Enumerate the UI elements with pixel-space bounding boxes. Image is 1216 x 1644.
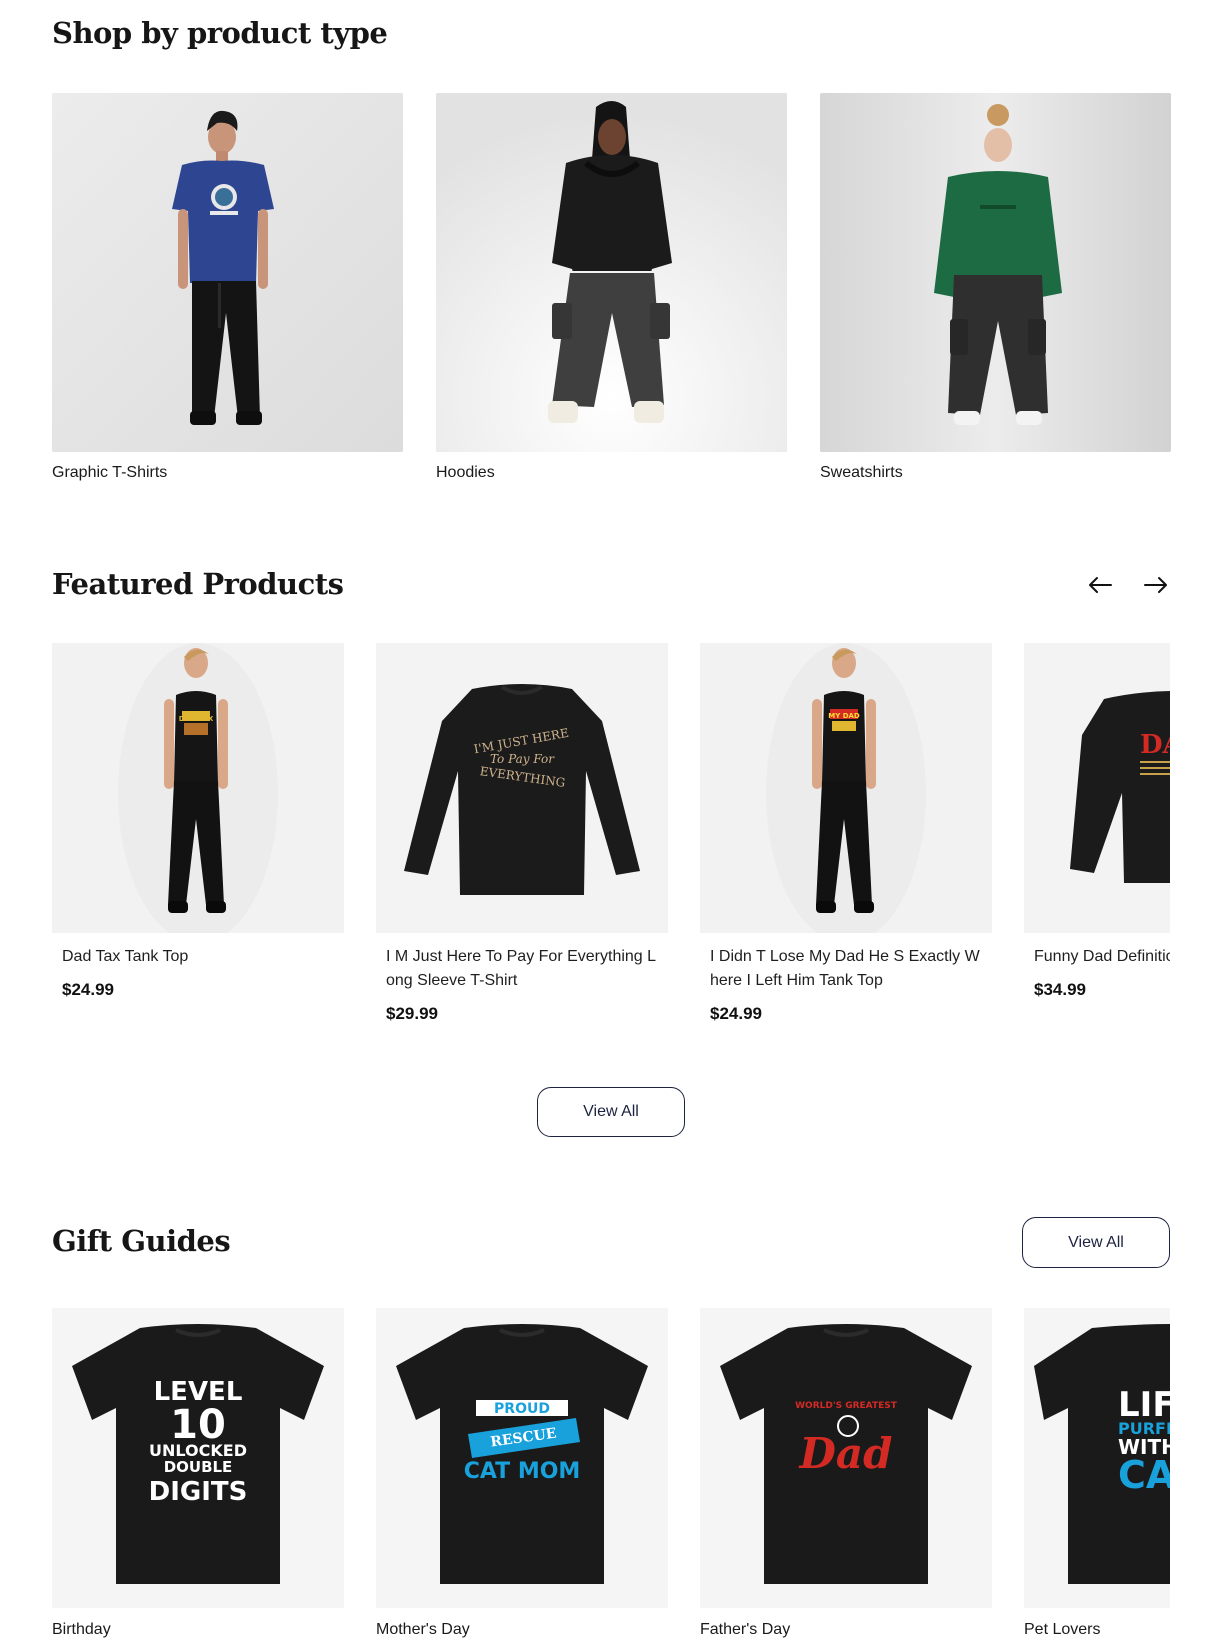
print-text: CA [1118,1453,1170,1497]
gift-guide-label[interactable]: Mother's Day [376,1621,668,1639]
product-image[interactable]: I'M JUST HERE To Pay For EVERYTHING [376,643,668,933]
gift-guides-title: Gift Guides [52,1224,231,1258]
gift-guides-view-all-button[interactable]: View All [1022,1217,1170,1268]
product-type-label[interactable]: Graphic T-Shirts [52,464,403,482]
featured-products-carousel[interactable]: DAD TAX Dad Tax Tank Top $24.99 I'M JUST… [52,643,1170,1033]
product-name[interactable]: I M Just Here To Pay For Everything Long… [386,945,658,993]
product-type-card-sweatshirts[interactable]: Sweatshirts [820,93,1171,482]
print-text: WORLD'S GREATEST [795,1401,898,1411]
product-type-label[interactable]: Sweatshirts [820,464,1171,482]
product-card[interactable]: MY DAD I Didn T Lose My Dad He S Exactly… [700,643,992,1024]
product-name[interactable]: Funny Dad Definition Sweatshirt [1034,945,1170,969]
product-name[interactable]: I Didn T Lose My Dad He S Exactly Where … [710,945,982,993]
gift-guide-card-birthday[interactable]: LEVEL 10 UNLOCKED DOUBLE DIGITS Birthday [52,1308,344,1639]
product-card[interactable]: DAD TAX Dad Tax Tank Top $24.99 [52,643,344,1000]
gift-guide-card-mothers-day[interactable]: PROUD RESCUE CAT MOM Mother's Day [376,1308,668,1639]
print-text: DA [1140,730,1170,760]
product-price: $34.99 [1034,980,1086,999]
product-type-label[interactable]: Hoodies [436,464,787,482]
product-name[interactable]: Dad Tax Tank Top [62,945,334,969]
product-type-card-graphic-tshirts[interactable]: Graphic T-Shirts [52,93,403,482]
gift-guide-label[interactable]: Birthday [52,1621,344,1639]
print-text: DOUBLE [164,1458,233,1476]
product-card[interactable]: DA Funny Dad Definition Sweatshirt $34.9… [1024,643,1170,1000]
print-text: To Pay For [490,752,555,766]
product-image[interactable]: DA [1024,643,1170,933]
gift-guides-carousel[interactable]: LEVEL 10 UNLOCKED DOUBLE DIGITS Birthday… [52,1308,1170,1644]
print-text: PROUD [494,1401,550,1417]
arrow-left-icon [1089,577,1112,593]
featured-products-title: Featured Products [52,567,344,601]
carousel-prev-button[interactable] [1084,569,1116,601]
hoodies-image[interactable] [436,93,787,452]
product-price: $24.99 [710,1004,762,1023]
sweatshirts-image[interactable] [820,93,1171,452]
print-text: DAD TAX [179,715,214,723]
gift-guide-image[interactable]: LIFE PURFE WITH CA [1024,1308,1170,1608]
gift-guide-card-pet-lovers[interactable]: LIFE PURFE WITH CA Pet Lovers [1024,1308,1170,1639]
product-price: $29.99 [386,1004,438,1023]
carousel-next-button[interactable] [1140,569,1172,601]
gift-guide-label[interactable]: Pet Lovers [1024,1621,1170,1639]
product-card[interactable]: I'M JUST HERE To Pay For EVERYTHING I M … [376,643,668,1024]
product-type-card-hoodies[interactable]: Hoodies [436,93,787,482]
product-image[interactable]: DAD TAX [52,643,344,933]
gift-guide-image[interactable]: WORLD'S GREATEST Dad [700,1308,992,1608]
print-text: CAT MOM [464,1459,581,1484]
gift-guide-card-fathers-day[interactable]: WORLD'S GREATEST Dad Father's Day [700,1308,992,1639]
gift-guide-image[interactable]: LEVEL 10 UNLOCKED DOUBLE DIGITS [52,1308,344,1608]
gift-guide-image[interactable]: PROUD RESCUE CAT MOM [376,1308,668,1608]
gift-guide-label[interactable]: Father's Day [700,1621,992,1639]
shop-by-type-title: Shop by product type [52,16,388,50]
print-text: Dad [798,1429,892,1478]
print-text: MY DAD [828,712,860,720]
graphic-tshirts-image[interactable] [52,93,403,452]
featured-view-all-button[interactable]: View All [537,1087,685,1137]
print-text: DIGITS [149,1477,248,1507]
product-price: $24.99 [62,980,114,999]
arrow-right-icon [1144,577,1167,593]
product-image[interactable]: MY DAD [700,643,992,933]
